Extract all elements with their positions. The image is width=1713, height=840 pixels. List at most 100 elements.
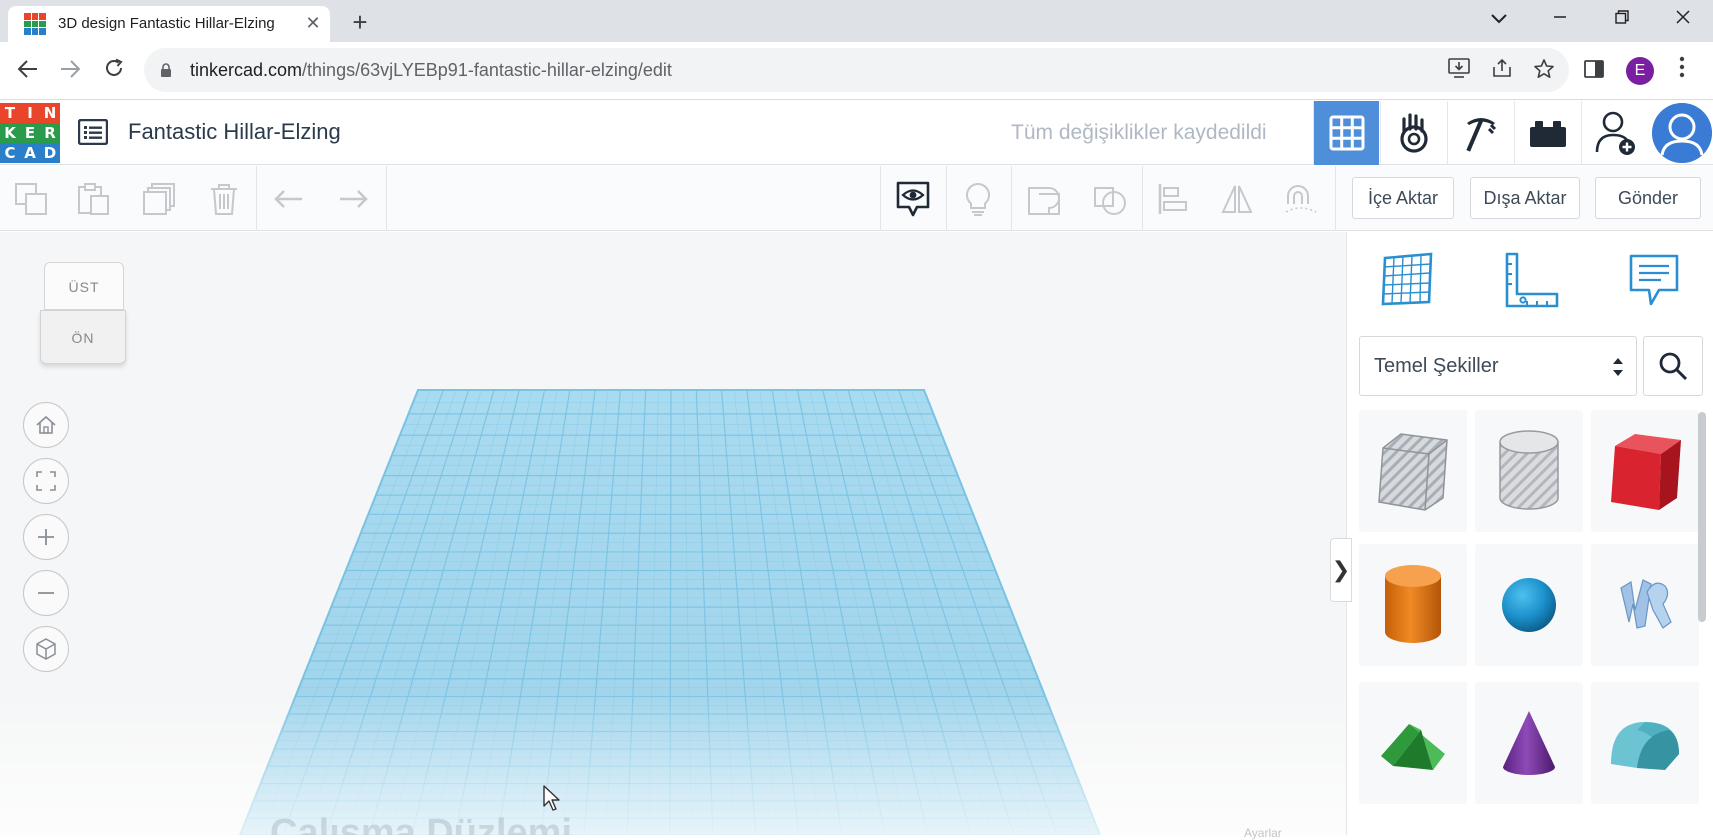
align-icon[interactable] xyxy=(1157,182,1191,216)
minecraft-blocks-button[interactable] xyxy=(1447,101,1513,165)
send-button[interactable]: Gönder xyxy=(1595,177,1701,219)
side-panel-icon[interactable] xyxy=(1583,58,1605,80)
add-user-button[interactable] xyxy=(1581,101,1647,165)
import-button[interactable]: İçe Aktar xyxy=(1352,177,1454,219)
close-window-button[interactable] xyxy=(1653,0,1713,36)
toolbar-separator xyxy=(1335,166,1336,231)
redo-icon[interactable] xyxy=(336,182,370,216)
shape-box-hole[interactable] xyxy=(1359,410,1467,532)
tab-close-icon[interactable]: ✕ xyxy=(302,12,324,34)
minimize-icon xyxy=(1554,16,1566,18)
browser-menu-icon[interactable] xyxy=(1672,56,1692,84)
user-avatar[interactable] xyxy=(1652,103,1712,163)
logo-letter: D xyxy=(40,143,60,163)
zoom-in-button[interactable] xyxy=(23,514,69,560)
save-status: Tüm değişiklikler kaydedildi xyxy=(1011,121,1267,144)
3d-design-view-button[interactable] xyxy=(1313,101,1379,165)
chevron-down-icon xyxy=(1491,14,1507,24)
omnibox[interactable]: tinkercad.com/things/63vjLYEBp91-fantast… xyxy=(144,48,1569,92)
duplicate-icon[interactable] xyxy=(142,182,176,216)
cone-icon xyxy=(1503,711,1555,775)
ungroup-icon[interactable] xyxy=(1093,182,1127,216)
logo-letter: R xyxy=(40,123,60,143)
cube-perspective-icon xyxy=(36,638,56,660)
circuits-button[interactable] xyxy=(1380,101,1446,165)
tab-title: 3D design Fantastic Hillar-Elzing xyxy=(58,15,275,32)
toolbar-separator xyxy=(386,166,387,231)
restore-button[interactable] xyxy=(1592,0,1652,36)
back-button[interactable] xyxy=(12,55,44,87)
undo-icon[interactable] xyxy=(272,182,306,216)
profile-avatar[interactable]: E xyxy=(1626,57,1654,85)
shape-category-label: Temel Şekiller xyxy=(1374,355,1499,377)
toolbar-separator xyxy=(1011,166,1012,231)
export-button[interactable]: Dışa Aktar xyxy=(1470,177,1580,219)
lightbulb-icon[interactable] xyxy=(961,182,995,216)
panel-collapse-tab[interactable]: ❯ xyxy=(1330,538,1352,602)
workplane-grid[interactable] xyxy=(0,232,1346,835)
cylinder-hole-icon xyxy=(1499,430,1559,510)
browser-tab[interactable]: 3D design Fantastic Hillar-Elzing ✕ xyxy=(8,6,330,42)
mirror-icon[interactable] xyxy=(1220,182,1254,216)
zoom-out-button[interactable] xyxy=(23,570,69,616)
sphere-icon xyxy=(1502,578,1556,632)
install-app-icon[interactable] xyxy=(1447,58,1471,82)
notes-tool-icon[interactable] xyxy=(1625,250,1685,310)
workplane-viewport[interactable]: ÜST ÖN Çalışma Düzlemi xyxy=(0,232,1346,835)
workplane-tool-icon[interactable] xyxy=(1377,250,1437,310)
new-tab-button[interactable]: + xyxy=(346,8,374,36)
browser-address-bar: tinkercad.com/things/63vjLYEBp91-fantast… xyxy=(0,42,1713,100)
url-text: tinkercad.com/things/63vjLYEBp91-fantast… xyxy=(190,60,672,80)
minimize-button[interactable] xyxy=(1530,0,1590,36)
forward-button[interactable] xyxy=(54,55,86,87)
paste-icon[interactable] xyxy=(76,182,110,216)
group-icon[interactable] xyxy=(1027,182,1061,216)
mouse-cursor-icon xyxy=(543,785,560,811)
copy-icon[interactable] xyxy=(14,182,48,216)
design-title[interactable]: Fantastic Hillar-Elzing xyxy=(128,119,341,145)
bookmark-star-icon[interactable] xyxy=(1532,58,1556,82)
shape-cylinder[interactable] xyxy=(1359,544,1467,666)
home-view-button[interactable] xyxy=(23,402,69,448)
toolbar-separator xyxy=(880,166,881,231)
add-user-icon xyxy=(1595,111,1635,155)
shape-cone[interactable] xyxy=(1475,682,1583,804)
tab-search-button[interactable] xyxy=(1469,0,1529,36)
plus-icon xyxy=(38,529,54,545)
shape-category-select[interactable]: Temel Şekiller xyxy=(1359,336,1637,396)
view-cube-top[interactable]: ÜST xyxy=(44,262,124,310)
notes-eye-icon[interactable] xyxy=(895,180,931,218)
reload-icon xyxy=(106,58,123,76)
panel-scrollbar[interactable] xyxy=(1698,412,1706,622)
share-icon[interactable] xyxy=(1490,58,1514,82)
search-icon xyxy=(1659,352,1688,381)
trash-icon[interactable] xyxy=(207,182,241,216)
logo-letter: A xyxy=(20,143,40,163)
cruise-magnet-icon[interactable] xyxy=(1284,182,1318,216)
browser-tab-bar: 3D design Fantastic Hillar-Elzing ✕ + xyxy=(0,0,1713,42)
lego-bricks-button[interactable] xyxy=(1514,101,1580,165)
minus-icon xyxy=(38,592,54,594)
shape-search-button[interactable] xyxy=(1643,336,1703,396)
design-list-icon[interactable] xyxy=(78,119,108,145)
workplane-label: Çalışma Düzlemi xyxy=(270,812,572,835)
shape-round-roof[interactable] xyxy=(1591,682,1699,804)
fit-view-button[interactable] xyxy=(23,458,69,504)
pickaxe-icon xyxy=(1465,118,1496,152)
view-cube[interactable]: ÜST ÖN xyxy=(38,262,130,372)
view-cube-front[interactable]: ÖN xyxy=(40,310,126,364)
shape-box[interactable] xyxy=(1591,410,1699,532)
perspective-toggle-button[interactable] xyxy=(23,626,69,672)
home-icon xyxy=(36,415,56,434)
fit-all-icon xyxy=(36,471,56,491)
close-icon xyxy=(1676,10,1690,24)
arrow-right-icon xyxy=(61,60,81,78)
shape-roof[interactable] xyxy=(1359,682,1467,804)
shape-text[interactable] xyxy=(1591,544,1699,666)
shape-sphere[interactable] xyxy=(1475,544,1583,666)
box-icon xyxy=(1611,434,1681,510)
shape-cylinder-hole[interactable] xyxy=(1475,410,1583,532)
ruler-tool-icon[interactable] xyxy=(1501,250,1561,310)
reload-button[interactable] xyxy=(98,55,130,87)
tinkercad-logo[interactable]: TINKERCAD xyxy=(0,103,60,163)
